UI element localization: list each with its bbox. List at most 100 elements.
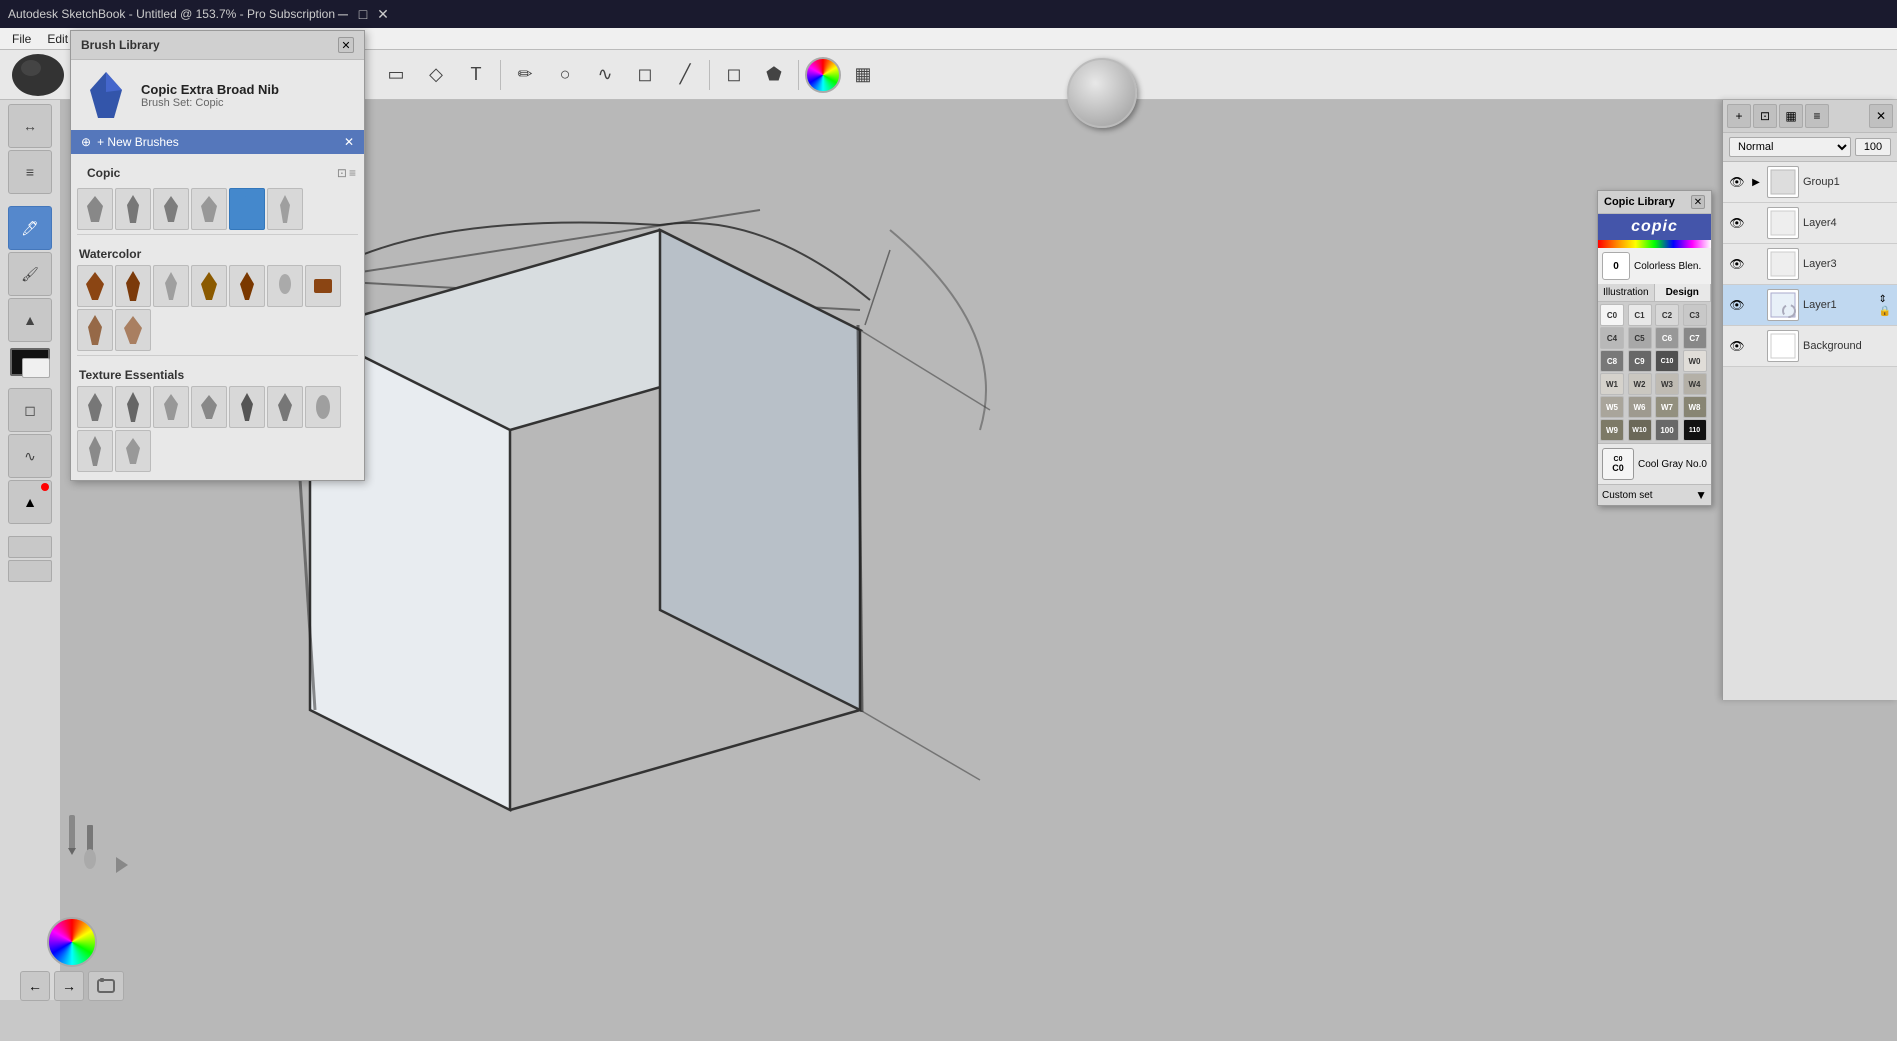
tool-pen[interactable]: 🖊 — [8, 206, 52, 250]
tool-extra1[interactable] — [8, 536, 52, 558]
layer-visibility-layer1[interactable]: 👁 — [1729, 297, 1745, 313]
text-button[interactable]: T — [458, 57, 494, 93]
color-wheel-small[interactable] — [47, 917, 97, 967]
ellipse-button[interactable]: ○ — [547, 57, 583, 93]
tool-special[interactable]: ▲ — [8, 480, 52, 524]
bg-color-swatch[interactable] — [22, 358, 50, 378]
wc-brush-3[interactable] — [153, 265, 189, 307]
layer-layer3[interactable]: 👁 ▶ Layer3 — [1723, 244, 1897, 285]
copic-cell-C4[interactable]: C4 — [1600, 327, 1624, 349]
tex-brush-6[interactable] — [267, 386, 303, 428]
minimize-button[interactable]: ─ — [335, 6, 351, 22]
brush-library-header[interactable]: Brush Library ✕ — [71, 31, 364, 60]
tex-brush-4[interactable] — [191, 386, 227, 428]
copic-brush-6[interactable] — [267, 188, 303, 230]
ruler-button[interactable]: ◻ — [627, 57, 663, 93]
layer-view-button[interactable]: ▦ — [1779, 104, 1803, 128]
tab-design[interactable]: Design — [1655, 284, 1712, 301]
layer-visibility-layer4[interactable]: 👁 — [1729, 215, 1745, 231]
add-layer-button[interactable]: + — [1727, 104, 1751, 128]
copic-cell-W7[interactable]: W7 — [1655, 396, 1679, 418]
copic-colorless-row[interactable]: 0 Colorless Blen. — [1598, 248, 1711, 284]
nav-arrow-right[interactable] — [110, 853, 134, 880]
copic-brush-3[interactable] — [153, 188, 189, 230]
wc-brush-5[interactable] — [229, 265, 265, 307]
copic-cell-W3[interactable]: W3 — [1655, 373, 1679, 395]
curve-button[interactable]: ∿ — [587, 57, 623, 93]
tex-brush-2[interactable] — [115, 386, 151, 428]
fill-button[interactable]: ⬟ — [756, 57, 792, 93]
copic-cell-W0[interactable]: W0 — [1683, 350, 1707, 372]
layer-layer4[interactable]: 👁 ▶ Layer4 — [1723, 203, 1897, 244]
section-expand-icon[interactable]: ⊡ — [337, 166, 347, 180]
tex-brush-1[interactable] — [77, 386, 113, 428]
copic-cell-W10[interactable]: W10 — [1628, 419, 1652, 441]
close-button[interactable]: ✕ — [375, 6, 391, 22]
copic-cell-W9[interactable]: W9 — [1600, 419, 1624, 441]
layer-lock-icon[interactable]: 🔒 — [1879, 306, 1891, 317]
new-brushes-close[interactable]: ✕ — [344, 135, 354, 149]
tool-layer-list[interactable]: ≡ — [8, 150, 52, 194]
copic-cell-W8[interactable]: W8 — [1683, 396, 1707, 418]
layer-background[interactable]: 👁 ▶ Background — [1723, 326, 1897, 367]
tool-eraser[interactable]: ◻ — [8, 388, 52, 432]
redo-nav-arrow[interactable]: → — [54, 971, 84, 1001]
copic-cell-C7[interactable]: C7 — [1683, 327, 1707, 349]
copic-bottom-dropdown[interactable]: ▼ — [1695, 488, 1707, 502]
opacity-input[interactable] — [1855, 138, 1891, 156]
copic-brush-5-selected[interactable] — [229, 188, 265, 230]
copic-cell-C2[interactable]: C2 — [1655, 304, 1679, 326]
copic-cell-W2[interactable]: W2 — [1628, 373, 1652, 395]
copic-brush-4[interactable] — [191, 188, 227, 230]
brush-tool-icon[interactable] — [77, 823, 103, 873]
copic-cell-C0[interactable]: C0 — [1600, 304, 1624, 326]
eraser-button[interactable]: ◻ — [716, 57, 752, 93]
tool-fill[interactable]: ▲ — [8, 298, 52, 342]
menu-file[interactable]: File — [4, 30, 39, 48]
tool-brush[interactable]: 🖌 — [8, 252, 52, 296]
layers-panel-close[interactable]: ✕ — [1869, 104, 1893, 128]
maximize-button[interactable]: □ — [355, 6, 371, 22]
tex-brush-8[interactable] — [77, 430, 113, 472]
layer-visibility-background[interactable]: 👁 — [1729, 338, 1745, 354]
duplicate-layer-button[interactable]: ⊡ — [1753, 104, 1777, 128]
color-wheel-button[interactable] — [805, 57, 841, 93]
wc-brush-7[interactable] — [305, 265, 341, 307]
copic-cell-C8[interactable]: C8 — [1600, 350, 1624, 372]
copic-cell-110[interactable]: 110 — [1683, 419, 1707, 441]
swatch-button[interactable]: ▦ — [845, 57, 881, 93]
copic-cell-C3[interactable]: C3 — [1683, 304, 1707, 326]
new-brushes-bar[interactable]: ⊕ + New Brushes ✕ — [71, 130, 364, 154]
copic-brush-2[interactable] — [115, 188, 151, 230]
copic-cell-C10[interactable]: C10 — [1655, 350, 1679, 372]
layer-visibility-group1[interactable]: 👁 — [1729, 174, 1745, 190]
wc-brush-6[interactable] — [267, 265, 303, 307]
wc-brush-8[interactable] — [77, 309, 113, 351]
layer-visibility-layer3[interactable]: 👁 — [1729, 256, 1745, 272]
section-settings-icon[interactable]: ≡ — [349, 166, 356, 180]
copic-cell-W6[interactable]: W6 — [1628, 396, 1652, 418]
tex-brush-5[interactable] — [229, 386, 265, 428]
layer-action-button[interactable] — [88, 971, 124, 1001]
rect-select-button[interactable]: ▭ — [378, 57, 414, 93]
tool-extra2[interactable] — [8, 560, 52, 582]
layer-layer1[interactable]: 👁 ▶ Layer1 ⇕ 🔒 — [1723, 285, 1897, 326]
copic-brush-1[interactable] — [77, 188, 113, 230]
pencil-button[interactable]: ✏ — [507, 57, 543, 93]
tool-smudge[interactable]: ∿ — [8, 434, 52, 478]
copic-cell-W5[interactable]: W5 — [1600, 396, 1624, 418]
tex-brush-3[interactable] — [153, 386, 189, 428]
wc-brush-1[interactable] — [77, 265, 113, 307]
layer-blend-icon[interactable]: ⇕ — [1879, 294, 1891, 305]
tex-brush-9[interactable] — [115, 430, 151, 472]
copic-cell-C6[interactable]: C6 — [1655, 327, 1679, 349]
copic-cell-C5[interactable]: C5 — [1628, 327, 1652, 349]
brush-library-close-button[interactable]: ✕ — [338, 37, 354, 53]
tex-brush-7[interactable] — [305, 386, 341, 428]
copic-cell-W1[interactable]: W1 — [1600, 373, 1624, 395]
tab-illustration[interactable]: Illustration — [1598, 284, 1655, 301]
fg-color-swatch[interactable] — [10, 348, 50, 376]
wc-brush-9[interactable] — [115, 309, 151, 351]
copic-cell-100[interactable]: 100 — [1655, 419, 1679, 441]
wc-brush-4[interactable] — [191, 265, 227, 307]
